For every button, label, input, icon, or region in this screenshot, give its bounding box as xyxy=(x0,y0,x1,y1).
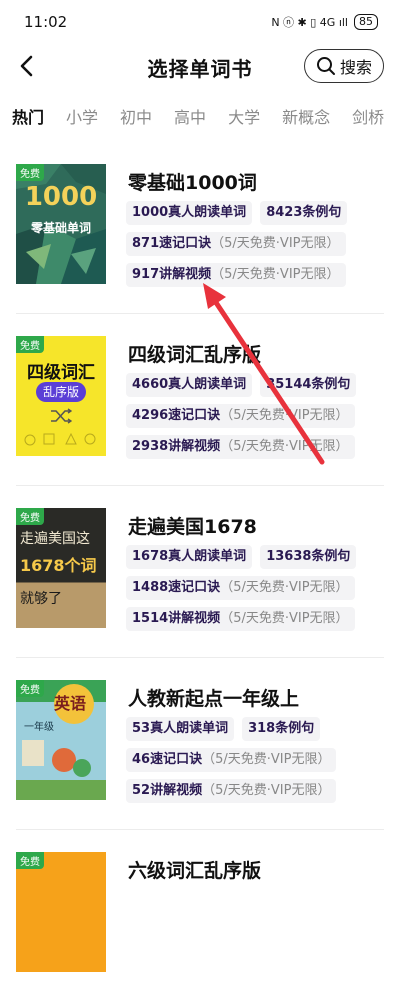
battery-icon: 85 xyxy=(354,14,378,30)
mnemonic-chip: 1488速记口诀（5/天免费·VIP无限） xyxy=(126,576,355,600)
book-list: 免费 1000 零基础单词 零基础1000词 1000真人朗读单词 8423条例… xyxy=(0,142,400,1002)
shuffle-icon xyxy=(51,408,72,424)
mnemonic-limit: （5/天免费·VIP无限） xyxy=(211,236,340,251)
mnemonic-chip: 4296速记口诀（5/天免费·VIP无限） xyxy=(126,404,355,428)
status-bar: 11:02 N ⓝ ✱ ▯ 4G ıll 85 xyxy=(0,0,400,44)
tab-hot[interactable]: 热门 xyxy=(12,104,44,128)
mnemonic-count: 4296速记口诀 xyxy=(132,408,221,423)
back-arrow-icon[interactable] xyxy=(14,52,42,80)
word-count-chip: 1000真人朗读单词 xyxy=(126,201,253,225)
nav-bar: 选择单词书 搜索 xyxy=(0,44,400,90)
book-stats: 1678真人朗读单词 13638条例句 1488速记口诀（5/天免费·VIP无限… xyxy=(126,545,386,638)
sentence-count-chip: 13638条例句 xyxy=(260,545,357,569)
book-card[interactable]: 免费 英语 一年级 人教新起点一年级上 53真人朗读单词 318条例句 46速记… xyxy=(0,658,400,830)
mnemonic-limit: （5/天免费·VIP无限） xyxy=(220,408,349,423)
free-badge: 免费 xyxy=(16,508,44,525)
book-card[interactable]: 免费 走遍美国这 1678个词 就够了 走遍美国1678 1678真人朗读单词 … xyxy=(0,486,400,658)
book-cover: 免费 xyxy=(16,852,106,972)
category-tabs: 热门 小学 初中 高中 大学 新概念 剑桥 xyxy=(0,90,400,142)
book-cover: 免费 1000 零基础单词 xyxy=(16,164,106,284)
video-count: 917讲解视频 xyxy=(132,267,212,282)
cover-line-1: 走遍美国这 xyxy=(20,531,90,547)
book-card[interactable]: 免费 1000 零基础单词 零基础1000词 1000真人朗读单词 8423条例… xyxy=(0,142,400,314)
video-count: 1514讲解视频 xyxy=(132,611,221,626)
tab-university[interactable]: 大学 xyxy=(228,104,260,128)
cover-subtitle: 乱序版 xyxy=(36,382,86,402)
page-title: 选择单词书 xyxy=(147,56,253,81)
tab-primary[interactable]: 小学 xyxy=(66,104,98,128)
book-stats: 53真人朗读单词 318条例句 46速记口诀（5/天免费·VIP无限） 52讲解… xyxy=(126,717,386,810)
tab-senior[interactable]: 高中 xyxy=(174,104,206,128)
word-count-chip: 1678真人朗读单词 xyxy=(126,545,253,569)
tab-cambridge[interactable]: 剑桥 xyxy=(352,104,384,128)
mnemonic-limit: （5/天免费·VIP无限） xyxy=(202,752,331,767)
video-limit: （5/天免费·VIP无限） xyxy=(220,611,349,626)
word-count-chip: 53真人朗读单词 xyxy=(126,717,235,741)
book-cover: 免费 走遍美国这 1678个词 就够了 xyxy=(16,508,106,628)
video-limit: （5/天免费·VIP无限） xyxy=(220,439,349,454)
book-card[interactable]: 免费 六级词汇乱序版 xyxy=(0,830,400,1002)
free-badge: 免费 xyxy=(16,164,44,181)
book-cover: 免费 四级词汇 乱序版 xyxy=(16,336,106,456)
mnemonic-count: 1488速记口诀 xyxy=(132,580,221,595)
word-count-chip: 4660真人朗读单词 xyxy=(126,373,253,397)
cover-subtitle: 零基础单词 xyxy=(30,221,91,235)
search-icon xyxy=(316,57,335,75)
video-count: 2938讲解视频 xyxy=(132,439,221,454)
video-chip: 2938讲解视频（5/天免费·VIP无限） xyxy=(126,435,355,459)
sentence-count-chip: 8423条例句 xyxy=(260,201,348,225)
book-title: 四级词汇乱序版 xyxy=(128,344,262,366)
cover-title: 四级词汇 xyxy=(27,363,95,383)
mnemonic-count: 871速记口诀 xyxy=(132,236,212,251)
book-stats: 4660真人朗读单词 35144条例句 4296速记口诀（5/天免费·VIP无限… xyxy=(126,373,386,466)
book-title: 走遍美国1678 xyxy=(128,516,257,538)
cover-line-3: 就够了 xyxy=(20,591,62,607)
book-cover: 免费 英语 一年级 xyxy=(16,680,106,800)
cover-number: 1000 xyxy=(24,182,98,212)
video-chip: 52讲解视频（5/天免费·VIP无限） xyxy=(126,779,337,803)
search-button[interactable]: 搜索 xyxy=(304,49,384,83)
video-chip: 917讲解视频（5/天免费·VIP无限） xyxy=(126,263,346,287)
mnemonic-limit: （5/天免费·VIP无限） xyxy=(220,580,349,595)
tab-new-concept[interactable]: 新概念 xyxy=(282,104,330,128)
mnemonic-count: 46速记口诀 xyxy=(132,752,203,767)
cover-title: 英语 xyxy=(54,694,87,713)
tab-junior[interactable]: 初中 xyxy=(120,104,152,128)
mnemonic-chip: 46速记口诀（5/天免费·VIP无限） xyxy=(126,748,337,772)
free-badge: 免费 xyxy=(16,680,44,697)
decor-doodles-icon xyxy=(24,432,96,446)
mnemonic-chip: 871速记口诀（5/天免费·VIP无限） xyxy=(126,232,346,256)
video-limit: （5/天免费·VIP无限） xyxy=(211,267,340,282)
search-label: 搜索 xyxy=(339,58,372,77)
sentence-count-chip: 318条例句 xyxy=(242,717,321,741)
book-card[interactable]: 免费 四级词汇 乱序版 四级词汇乱序版 4660真人朗读单词 35144条例句 … xyxy=(0,314,400,486)
book-title: 零基础1000词 xyxy=(128,172,257,194)
cover-line-2: 1678个词 xyxy=(20,556,97,575)
book-stats: 1000真人朗读单词 8423条例句 871速记口诀（5/天免费·VIP无限） … xyxy=(126,201,386,294)
book-title: 人教新起点一年级上 xyxy=(128,688,300,710)
signal-icons: N ⓝ ✱ ▯ 4G ıll xyxy=(271,16,348,29)
free-badge: 免费 xyxy=(16,336,44,353)
sentence-count-chip: 35144条例句 xyxy=(260,373,357,397)
book-title: 六级词汇乱序版 xyxy=(128,860,262,882)
video-count: 52讲解视频 xyxy=(132,783,203,798)
status-time: 11:02 xyxy=(24,13,68,31)
video-limit: （5/天免费·VIP无限） xyxy=(202,783,331,798)
video-chip: 1514讲解视频（5/天免费·VIP无限） xyxy=(126,607,355,631)
status-icons: N ⓝ ✱ ▯ 4G ıll 85 xyxy=(271,14,378,30)
free-badge: 免费 xyxy=(16,852,44,869)
cover-grade: 一年级 xyxy=(24,722,54,733)
